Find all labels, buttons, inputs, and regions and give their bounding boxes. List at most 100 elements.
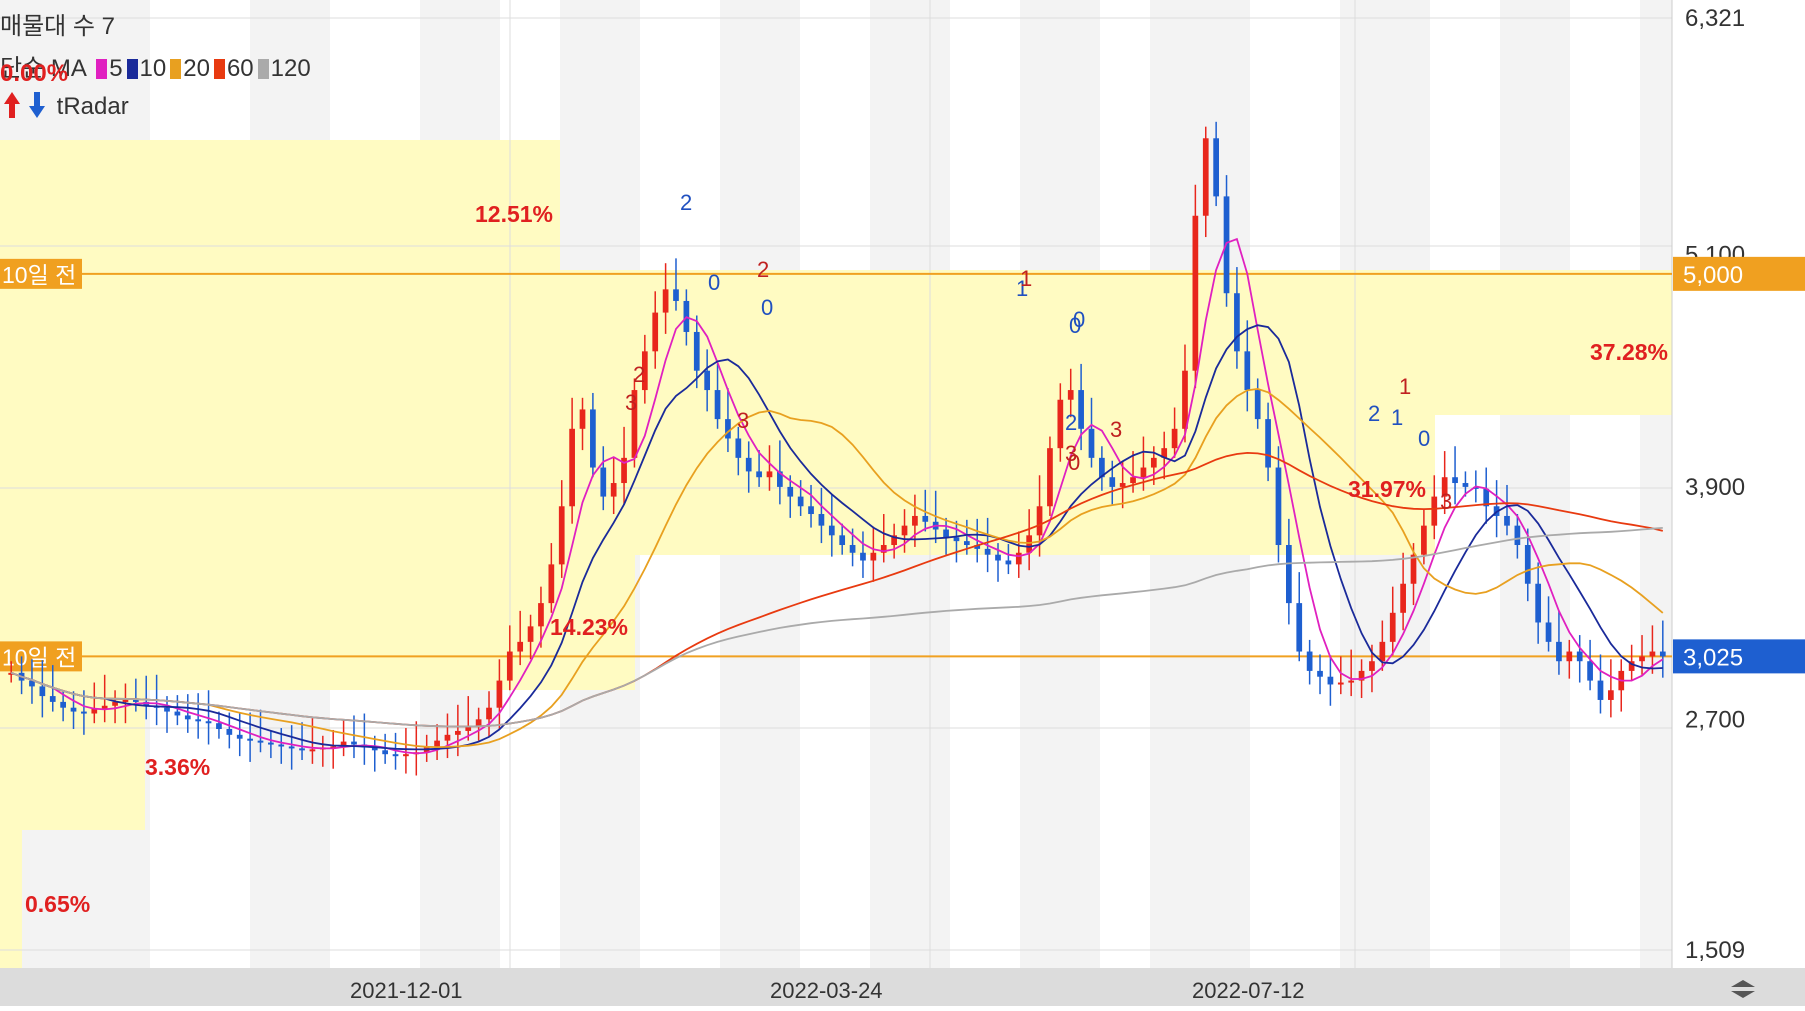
candle-body: [808, 506, 814, 515]
candle-body: [1015, 552, 1022, 565]
signal-label: 2: [1065, 410, 1077, 435]
candle-body: [184, 715, 191, 720]
top-percent-label: 0.00%: [0, 60, 69, 87]
candle-body: [278, 744, 285, 747]
candle-body: [1254, 390, 1261, 420]
candle-body: [1369, 661, 1375, 671]
candle-body: [1265, 419, 1271, 468]
candle-body: [486, 707, 492, 720]
y-tick-label: 2,700: [1685, 706, 1745, 733]
candle-body: [828, 525, 835, 536]
candle-body: [122, 699, 129, 702]
candle-body: [662, 289, 669, 313]
candle-body: [351, 741, 357, 745]
volume-zone-percent: 12.51%: [475, 201, 553, 227]
candle-body: [1452, 477, 1458, 484]
price-tag-label: 3,025: [1683, 644, 1743, 671]
candle-body: [164, 707, 170, 712]
candle-body: [1306, 651, 1313, 671]
candle-body: [766, 471, 773, 478]
candle-body: [652, 312, 659, 352]
candle-body: [1659, 651, 1666, 657]
candle-body: [943, 529, 949, 538]
candle-body: [1317, 670, 1323, 677]
candle-body: [922, 515, 929, 522]
candle-body: [132, 699, 139, 702]
volume-zone: [0, 270, 1672, 415]
candle-body: [1431, 496, 1438, 526]
signal-label: 3: [737, 408, 749, 433]
candle-body: [1130, 477, 1136, 484]
candle-body: [101, 705, 108, 709]
candle-body: [1213, 138, 1220, 197]
candle-body: [195, 719, 202, 722]
signal-label: 0: [1068, 450, 1080, 475]
candle-body: [1556, 641, 1562, 662]
candle-body: [797, 496, 804, 507]
candle-body: [496, 680, 503, 708]
signal-label: 0: [1418, 426, 1430, 451]
signal-label: 3: [1440, 489, 1452, 514]
signal-label: 2: [680, 190, 692, 215]
candle-body: [527, 626, 534, 642]
candle-body: [756, 471, 762, 478]
candle-body: [1285, 545, 1292, 604]
candle-body: [548, 564, 555, 604]
ma-swatch-10: [126, 59, 138, 79]
signal-label: 1: [1391, 405, 1403, 430]
candle-body: [1421, 525, 1427, 555]
candle-body: [1389, 612, 1396, 642]
candle-body: [205, 721, 212, 724]
candle-body: [839, 535, 846, 546]
chart-canvas[interactable]: 6,321 5,100 3,900 2,700 1,509 10일 전 10일 전 5,000…: [0, 0, 1805, 1006]
candle-body: [1410, 554, 1417, 584]
candle-body: [1566, 651, 1573, 662]
signal-label: 2: [1368, 401, 1380, 426]
ma-swatch-20: [170, 59, 182, 79]
candle-body: [579, 409, 586, 429]
volume-zone-percent: 31.97%: [1348, 476, 1426, 502]
candle-body: [517, 641, 524, 652]
candle-body: [39, 686, 46, 697]
candle-body: [309, 749, 316, 752]
scroll-updown-icon[interactable]: [1728, 978, 1758, 1000]
signal-label: 0: [708, 270, 720, 295]
time-axis-bar[interactable]: [0, 968, 1805, 1006]
volume-zone-percent: 37.28%: [1590, 339, 1668, 365]
volume-count-label: 매물대 수 7: [0, 13, 116, 40]
volume-zone-percent: 14.23%: [550, 614, 628, 640]
signal-label: 1: [1399, 374, 1411, 399]
y-tick-label: 3,900: [1685, 474, 1745, 501]
candle-body: [1327, 676, 1334, 685]
candle-body: [49, 696, 56, 702]
candle-body: [1234, 293, 1240, 352]
red-up-arrow-icon: [4, 92, 20, 118]
price-tag-label: 5,000: [1683, 262, 1743, 289]
candlestick-chart[interactable]: 6,3215,1003,9002,7001,50910일 전10일 전5,000…: [0, 0, 1805, 1006]
candle-body: [787, 486, 794, 497]
candle-body: [818, 514, 825, 526]
ma-label-120: 120: [270, 55, 311, 82]
candle-body: [1171, 428, 1178, 449]
candle-body: [1067, 390, 1074, 400]
candle-body: [1400, 583, 1406, 613]
ma-items: 5 10 20 60 120: [92, 55, 311, 82]
candle-body: [1576, 651, 1583, 662]
candle-body: [1348, 680, 1355, 683]
y-tick-label: 6,321: [1685, 5, 1745, 32]
candle-body: [1047, 448, 1053, 507]
candle-body: [1535, 583, 1542, 623]
radar-arrows-icon: [4, 92, 45, 118]
candle-body: [1597, 680, 1604, 700]
candle-body: [558, 506, 565, 565]
candle-body: [465, 727, 472, 731]
candle-body: [1057, 399, 1064, 449]
radar-legend[interactable]: tRadar: [0, 88, 129, 122]
candle-body: [226, 729, 233, 735]
candle-body: [725, 419, 731, 439]
candle-body: [870, 552, 877, 561]
candle-body: [1296, 603, 1303, 652]
volume-zone-percent: 0.65%: [25, 891, 90, 917]
candle-body: [70, 707, 77, 712]
candle-body: [1182, 370, 1188, 429]
